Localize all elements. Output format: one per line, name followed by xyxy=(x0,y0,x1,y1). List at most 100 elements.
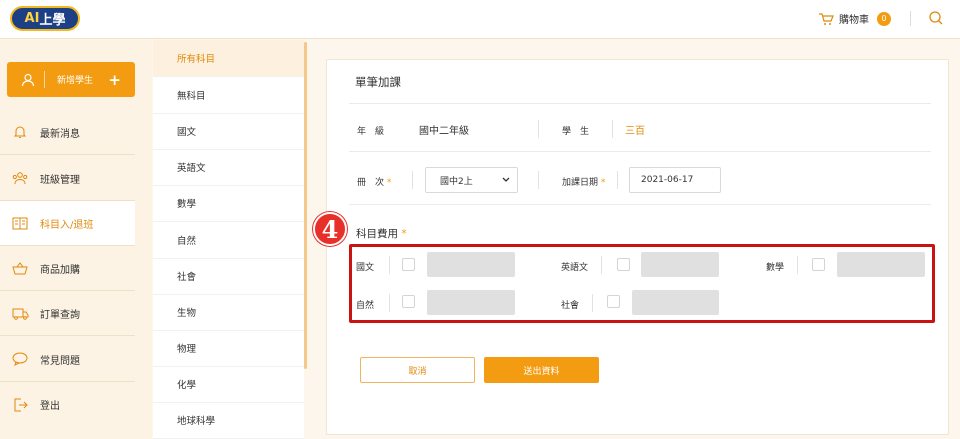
sidebar-item-news[interactable]: 最新消息 xyxy=(0,110,135,155)
subject-item-all[interactable]: 所有科目 xyxy=(153,40,304,77)
search-button[interactable] xyxy=(928,10,944,30)
logout-icon xyxy=(0,398,40,412)
subject-item[interactable]: 社會 xyxy=(153,258,304,295)
truck-icon xyxy=(0,307,40,320)
fee-subject-label: 數學 xyxy=(766,263,785,273)
page-title: 單筆加課 xyxy=(355,75,401,89)
field-divider xyxy=(412,171,413,189)
subject-item[interactable]: 自然 xyxy=(153,222,304,259)
top-header: AI 上學 購物車 0 xyxy=(0,0,960,39)
fee-amount-field[interactable] xyxy=(427,252,515,277)
sidebar-item-label: 登出 xyxy=(40,401,60,412)
plus-icon: + xyxy=(108,70,121,89)
sidebar-item-class-management[interactable]: 班級管理 xyxy=(0,156,135,201)
search-icon xyxy=(929,11,943,25)
sidebar-item-label: 常見問題 xyxy=(40,355,80,367)
date-label-text: 加課日期 xyxy=(562,178,599,188)
cart-icon xyxy=(819,12,834,25)
fee-label-text: 科目費用 xyxy=(356,228,398,240)
volume-label-text: 冊 次 xyxy=(357,178,385,188)
student-value: 三百 xyxy=(625,126,645,137)
grade-value: 國中二年級 xyxy=(419,126,469,137)
sidebar-item-subject-enroll[interactable]: 科目入/退班 xyxy=(0,201,135,246)
sidebar-item-label: 科目入/退班 xyxy=(40,219,94,231)
field-divider xyxy=(797,256,798,274)
chevron-down-icon xyxy=(502,177,510,182)
fee-label: 科目費用 * xyxy=(356,226,407,241)
date-field[interactable]: 2021-06-17 xyxy=(629,167,721,193)
add-student-separator xyxy=(44,71,45,88)
cart-button[interactable]: 購物車 0 xyxy=(818,11,891,26)
fee-amount-field[interactable] xyxy=(837,252,925,277)
subject-item[interactable]: 英語文 xyxy=(153,149,304,186)
subject-item[interactable]: 地球科學 xyxy=(153,402,304,439)
field-divider xyxy=(601,256,602,274)
sidebar-item-purchase[interactable]: 商品加購 xyxy=(0,246,135,291)
volume-select-value: 國中2上 xyxy=(440,176,473,187)
subject-list-scrollbar[interactable] xyxy=(304,42,307,369)
field-divider xyxy=(592,294,593,312)
cancel-button[interactable]: 取消 xyxy=(360,357,475,383)
subject-list: 所有科目 無科目 國文 英語文 數學 自然 社會 生物 物理 化學 地球科學 xyxy=(153,40,304,439)
fee-checkbox[interactable] xyxy=(617,258,630,271)
user-icon xyxy=(21,73,35,87)
subject-item[interactable]: 國文 xyxy=(153,113,304,150)
bell-icon xyxy=(0,125,40,139)
volume-label: 冊 次 * xyxy=(357,175,391,188)
book-icon xyxy=(0,217,40,230)
subject-item[interactable]: 生物 xyxy=(153,294,304,331)
field-divider xyxy=(389,256,390,274)
logo[interactable]: AI 上學 xyxy=(10,6,80,31)
submit-button[interactable]: 送出資料 xyxy=(484,357,599,383)
subject-item[interactable]: 無科目 xyxy=(153,77,304,114)
required-mark: * xyxy=(600,178,606,188)
add-student-label: 新增學生 xyxy=(57,76,94,86)
logo-text-ai: AI xyxy=(24,11,40,26)
sidebar-item-label: 商品加購 xyxy=(40,264,80,276)
required-mark: * xyxy=(401,228,407,240)
student-label: 學 生 xyxy=(562,127,590,137)
sidebar-item-logout[interactable]: 登出 xyxy=(0,382,135,427)
field-divider xyxy=(612,120,613,138)
subject-item[interactable]: 數學 xyxy=(153,185,304,222)
cart-label: 購物車 xyxy=(839,15,869,26)
sidebar-item-faq[interactable]: 常見問題 xyxy=(0,337,135,382)
header-divider xyxy=(910,11,911,26)
sidebar-item-label: 班級管理 xyxy=(40,174,80,186)
step-marker: 4 xyxy=(313,212,347,246)
field-divider xyxy=(538,120,539,138)
cart-count-badge: 0 xyxy=(877,11,891,26)
subject-item[interactable]: 物理 xyxy=(153,330,304,367)
fee-amount-field[interactable] xyxy=(632,290,719,315)
fee-checkbox[interactable] xyxy=(402,258,415,271)
subject-item[interactable]: 化學 xyxy=(153,366,304,403)
divider xyxy=(349,103,931,104)
basket-icon xyxy=(0,261,40,275)
add-student-button[interactable]: 新增學生 + xyxy=(7,62,135,97)
volume-select[interactable]: 國中2上 xyxy=(425,167,518,193)
field-divider xyxy=(389,294,390,312)
field-divider xyxy=(617,171,618,189)
sidebar: 新增學生 + 最新消息 班級管理 科目入/退班 商品加購 訂單查詢 常見問題 登… xyxy=(0,40,152,439)
fee-amount-field[interactable] xyxy=(427,290,515,315)
required-mark: * xyxy=(386,178,392,188)
sidebar-item-label: 訂單查詢 xyxy=(40,309,80,321)
fee-subject-label: 國文 xyxy=(356,263,375,273)
date-label: 加課日期 * xyxy=(562,175,605,188)
fee-subject-label: 自然 xyxy=(356,301,375,311)
divider xyxy=(349,204,931,205)
chat-icon xyxy=(0,352,40,366)
sidebar-item-orders[interactable]: 訂單查詢 xyxy=(0,291,135,336)
fee-subject-label: 社會 xyxy=(561,301,580,311)
fee-checkbox[interactable] xyxy=(812,258,825,271)
fee-checkbox[interactable] xyxy=(402,295,415,308)
sidebar-item-label: 最新消息 xyxy=(40,128,80,140)
users-icon xyxy=(0,171,40,185)
fee-subject-label: 英語文 xyxy=(561,263,589,273)
logo-text-school: 上學 xyxy=(39,13,66,28)
field-divider xyxy=(538,171,539,189)
fee-checkbox[interactable] xyxy=(607,295,620,308)
grade-label: 年 級 xyxy=(357,127,385,137)
fee-amount-field[interactable] xyxy=(641,252,719,277)
divider xyxy=(349,151,931,152)
